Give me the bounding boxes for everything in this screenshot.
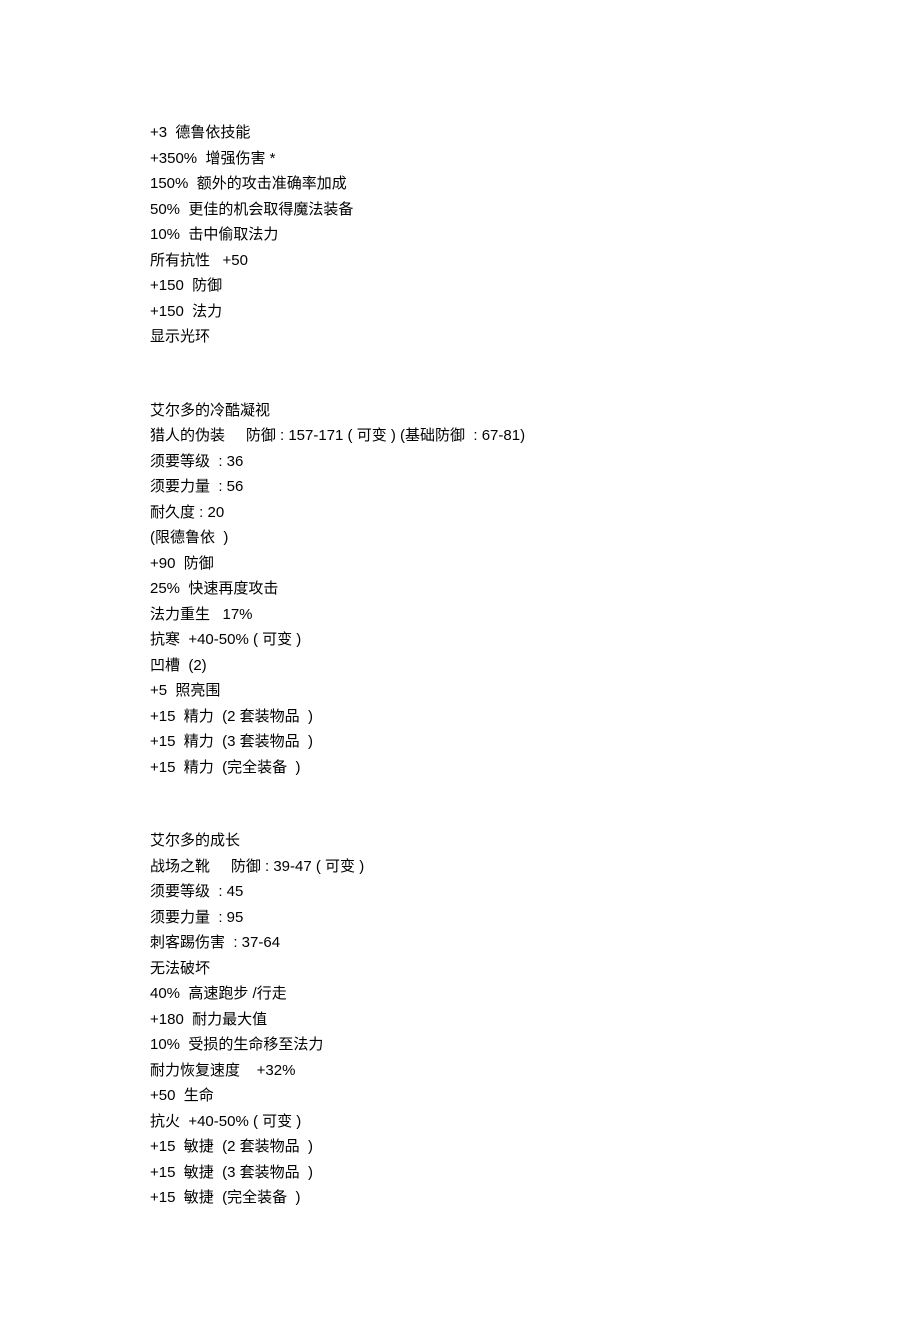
stat-line: 凹槽 (2) <box>150 653 770 679</box>
stat-line: 须要等级 : 36 <box>150 449 770 475</box>
stat-line: +15 精力 (2 套装物品 ) <box>150 704 770 730</box>
stat-line: 须要等级 : 45 <box>150 879 770 905</box>
stat-line: 150% 额外的攻击准确率加成 <box>150 171 770 197</box>
stat-line: 所有抗性 +50 <box>150 248 770 274</box>
stat-line: 猎人的伪装 防御 : 157-171 ( 可变 ) (基础防御 : 67-81) <box>150 423 770 449</box>
stat-line: 须要力量 : 56 <box>150 474 770 500</box>
stat-line: 40% 高速跑步 /行走 <box>150 981 770 1007</box>
stat-line: +150 法力 <box>150 299 770 325</box>
stat-line: +3 德鲁依技能 <box>150 120 770 146</box>
stat-line: 10% 击中偷取法力 <box>150 222 770 248</box>
document-page: +3 德鲁依技能 +350% 增强伤害 * 150% 额外的攻击准确率加成 50… <box>0 0 920 1339</box>
stat-line: 刺客踢伤害 : 37-64 <box>150 930 770 956</box>
stat-line: +90 防御 <box>150 551 770 577</box>
item-title: 艾尔多的冷酷凝视 <box>150 398 770 424</box>
stat-line: 耐力恢复速度 +32% <box>150 1058 770 1084</box>
stat-line: 25% 快速再度攻击 <box>150 576 770 602</box>
stat-line: 战场之靴 防御 : 39-47 ( 可变 ) <box>150 854 770 880</box>
item-block-0: +3 德鲁依技能 +350% 增强伤害 * 150% 额外的攻击准确率加成 50… <box>150 120 770 350</box>
stat-line: +180 耐力最大值 <box>150 1007 770 1033</box>
stat-line: +50 生命 <box>150 1083 770 1109</box>
stat-line: +15 精力 (3 套装物品 ) <box>150 729 770 755</box>
item-block-2: 艾尔多的成长 战场之靴 防御 : 39-47 ( 可变 ) 须要等级 : 45 … <box>150 828 770 1211</box>
stat-line: +15 敏捷 (2 套装物品 ) <box>150 1134 770 1160</box>
stat-line: 法力重生 17% <box>150 602 770 628</box>
stat-line: 无法破坏 <box>150 956 770 982</box>
stat-line: +350% 增强伤害 * <box>150 146 770 172</box>
stat-line: +15 敏捷 (完全装备 ) <box>150 1185 770 1211</box>
stat-line: 显示光环 <box>150 324 770 350</box>
stat-line: +15 敏捷 (3 套装物品 ) <box>150 1160 770 1186</box>
item-title: 艾尔多的成长 <box>150 828 770 854</box>
stat-line: +15 精力 (完全装备 ) <box>150 755 770 781</box>
stat-line: 抗火 +40-50% ( 可变 ) <box>150 1109 770 1135</box>
stat-line: 须要力量 : 95 <box>150 905 770 931</box>
stat-line: 50% 更佳的机会取得魔法装备 <box>150 197 770 223</box>
stat-line: 耐久度 : 20 <box>150 500 770 526</box>
stat-line: (限德鲁依 ) <box>150 525 770 551</box>
stat-line: +150 防御 <box>150 273 770 299</box>
stat-line: 10% 受损的生命移至法力 <box>150 1032 770 1058</box>
stat-line: 抗寒 +40-50% ( 可变 ) <box>150 627 770 653</box>
item-block-1: 艾尔多的冷酷凝视 猎人的伪装 防御 : 157-171 ( 可变 ) (基础防御… <box>150 398 770 781</box>
stat-line: +5 照亮围 <box>150 678 770 704</box>
